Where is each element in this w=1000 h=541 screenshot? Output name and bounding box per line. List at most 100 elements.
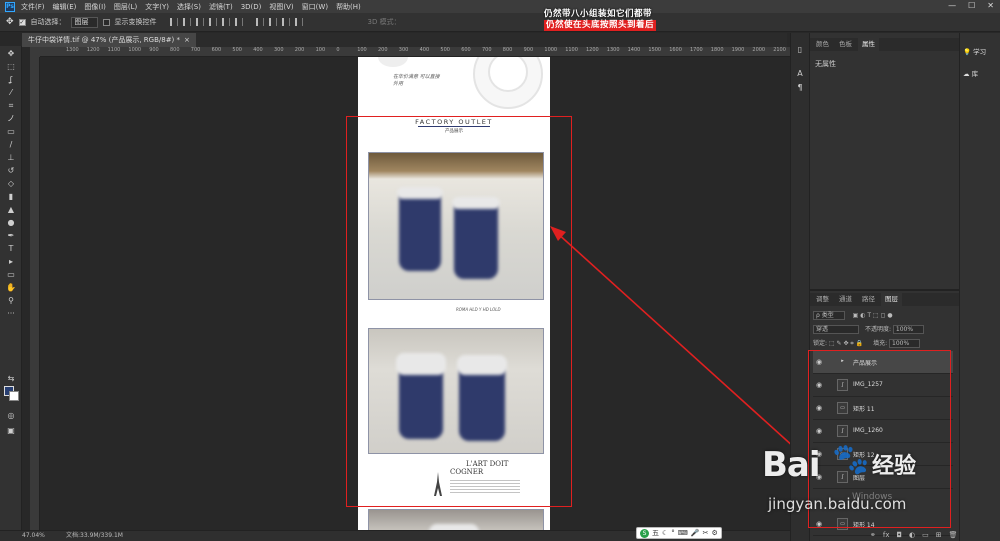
zoom-level[interactable]: 47.04% <box>22 531 45 541</box>
auto-select-dropdown[interactable]: 图层 <box>70 16 98 28</box>
blur-tool-icon[interactable]: ▲ <box>5 205 17 215</box>
brush-tool-icon[interactable]: / <box>5 140 17 150</box>
history-brush-tool-icon[interactable]: ↺ <box>5 166 17 176</box>
menu-select[interactable]: 选择(S) <box>177 2 201 12</box>
move-tool-icon[interactable]: ✥ <box>5 49 17 59</box>
menu-edit[interactable]: 编辑(E) <box>53 2 77 12</box>
menu-help[interactable]: 帮助(H) <box>336 2 361 12</box>
ime-punct-icon[interactable]: ° <box>671 529 675 537</box>
character-panel-icon[interactable]: A <box>795 69 805 79</box>
hand-tool-icon[interactable]: ✋ <box>5 283 17 293</box>
document-info[interactable]: 文档:33.9M/339.1M <box>66 531 123 541</box>
magic-wand-tool-icon[interactable]: ⁄ <box>5 88 17 98</box>
ime-scissors-icon[interactable]: ✂ <box>703 529 709 537</box>
handwriting-note: 在华价满意 可以直接外用 <box>393 74 440 87</box>
path-selection-tool-icon[interactable]: ▸ <box>5 257 17 267</box>
tab-layers[interactable]: 图层 <box>881 293 902 306</box>
libraries-item[interactable]: ☁ 库 <box>963 67 999 81</box>
align-right-icon[interactable] <box>195 18 204 26</box>
opacity-input[interactable]: 100% <box>892 325 925 334</box>
align-left-icon[interactable] <box>169 18 178 26</box>
menu-view[interactable]: 视图(V) <box>269 2 293 12</box>
history-panel-icon[interactable]: ▯ <box>795 45 805 55</box>
ime-mic-icon[interactable]: 🎤 <box>691 529 700 537</box>
quick-mask-icon[interactable]: ◎ <box>5 411 17 421</box>
menu-3d[interactable]: 3D(D) <box>241 3 262 11</box>
maximize-button[interactable]: ☐ <box>968 1 975 10</box>
auto-select-checkbox[interactable]: ✓ <box>18 18 26 26</box>
distribute-icon[interactable] <box>268 18 277 26</box>
healing-brush-tool-icon[interactable]: ▭ <box>5 127 17 137</box>
add-mask-icon[interactable]: ◘ <box>896 531 902 539</box>
zoom-tool-icon[interactable]: ⚲ <box>5 296 17 306</box>
align-middle-icon[interactable] <box>221 18 230 26</box>
ime-settings-icon[interactable]: ⚙ <box>711 529 717 537</box>
menu-type[interactable]: 文字(Y) <box>145 2 169 12</box>
align-top-icon[interactable] <box>208 18 217 26</box>
tab-color[interactable]: 颜色 <box>812 38 833 51</box>
menu-filter[interactable]: 滤镜(T) <box>209 2 233 12</box>
ime-mode[interactable]: 五 <box>652 528 659 538</box>
show-transform-checkbox[interactable] <box>102 18 110 26</box>
learn-item[interactable]: 💡 学习 <box>963 45 999 59</box>
link-layers-icon[interactable]: ⚭ <box>870 531 876 539</box>
menu-window[interactable]: 窗口(W) <box>302 2 328 12</box>
new-layer-icon[interactable]: ⊞ <box>936 531 942 539</box>
adjustment-layer-icon[interactable]: ◐ <box>909 531 915 539</box>
ime-moon-icon[interactable]: ☾ <box>662 529 668 537</box>
align-bottom-icon[interactable] <box>234 18 243 26</box>
close-window-button[interactable]: ✕ <box>987 1 994 10</box>
menu-layer[interactable]: 图层(L) <box>114 2 137 12</box>
ruler-tick-label: 1000 <box>128 47 142 53</box>
clone-stamp-tool-icon[interactable]: ⊥ <box>5 153 17 163</box>
blend-mode-dropdown[interactable]: 穿透 <box>813 325 860 334</box>
tab-channels[interactable]: 通道 <box>835 293 856 306</box>
distribute-icon[interactable] <box>255 18 264 26</box>
distribute-icon[interactable] <box>294 18 303 26</box>
minimize-button[interactable]: — <box>948 1 956 10</box>
lock-icons[interactable]: ⬚ ✎ ✥ ⌗ 🔒 <box>829 340 863 347</box>
ime-keyboard-icon[interactable]: ⌨ <box>678 529 688 537</box>
distribute-icon[interactable] <box>281 18 290 26</box>
close-tab-icon[interactable]: × <box>184 36 190 44</box>
ruler-tick-label: 2000 <box>752 47 766 53</box>
layer-filter-icons[interactable]: ▣ ◐ T ⬚ ◻ ● <box>853 312 893 319</box>
annotation-line-2: 仍然使在头底按照头到着后 <box>543 20 656 31</box>
ime-toolbar: S 五 ☾ ° ⌨ 🎤 ✂ ⚙ <box>636 527 722 539</box>
rectangle-tool-icon[interactable]: ▭ <box>5 270 17 280</box>
tab-properties[interactable]: 属性 <box>858 38 879 51</box>
tab-adjustments[interactable]: 调整 <box>812 293 833 306</box>
pen-tool-icon[interactable]: ✒ <box>5 231 17 241</box>
lasso-tool-icon[interactable]: ʆ <box>5 75 17 85</box>
vertical-ruler[interactable] <box>30 57 40 530</box>
layer-style-icon[interactable]: fx <box>883 531 890 539</box>
tab-paths[interactable]: 路径 <box>858 293 879 306</box>
eyedropper-tool-icon[interactable]: ノ <box>5 114 17 124</box>
menu-image[interactable]: 图像(I) <box>84 2 106 12</box>
sogou-ime-icon[interactable]: S <box>640 528 649 538</box>
eraser-tool-icon[interactable]: ◇ <box>5 179 17 189</box>
fill-input[interactable]: 100% <box>889 339 921 348</box>
dodge-tool-icon[interactable]: ● <box>5 218 17 228</box>
delete-layer-icon[interactable]: 🗑 <box>949 531 958 539</box>
watermark-jingyan: 经验 <box>872 454 917 479</box>
gradient-tool-icon[interactable]: ▮ <box>5 192 17 202</box>
new-group-icon[interactable]: ▭ <box>922 531 929 539</box>
layer-filter-dropdown[interactable]: ρ 类型 <box>813 311 845 320</box>
more-tools-icon[interactable]: ··· <box>5 309 17 319</box>
type-tool-icon[interactable]: T <box>5 244 17 254</box>
align-center-icon[interactable] <box>182 18 191 26</box>
swap-colors-icon[interactable]: ⇆ <box>5 374 17 384</box>
tab-swatches[interactable]: 色板 <box>835 38 856 51</box>
screen-mode-icon[interactable]: ▣ <box>5 426 17 436</box>
paragraph-panel-icon[interactable]: ¶ <box>795 83 805 93</box>
horizontal-ruler[interactable]: 1300 1200 1100 1000 900 800 700 600 500 400 300 200… <box>40 47 790 57</box>
background-color-swatch[interactable] <box>9 391 19 401</box>
product-top-image <box>378 57 408 67</box>
menu-file[interactable]: 文件(F) <box>21 2 45 12</box>
move-tool-icon[interactable]: ✥ <box>6 17 14 27</box>
lock-label: 锁定: <box>813 340 828 347</box>
document-tab[interactable]: 牛仔中袋详情.tif @ 47% (产品展示, RGB/8#) * × <box>22 33 196 47</box>
crop-tool-icon[interactable]: ⌗ <box>5 101 17 111</box>
marquee-tool-icon[interactable]: ⬚ <box>5 62 17 72</box>
